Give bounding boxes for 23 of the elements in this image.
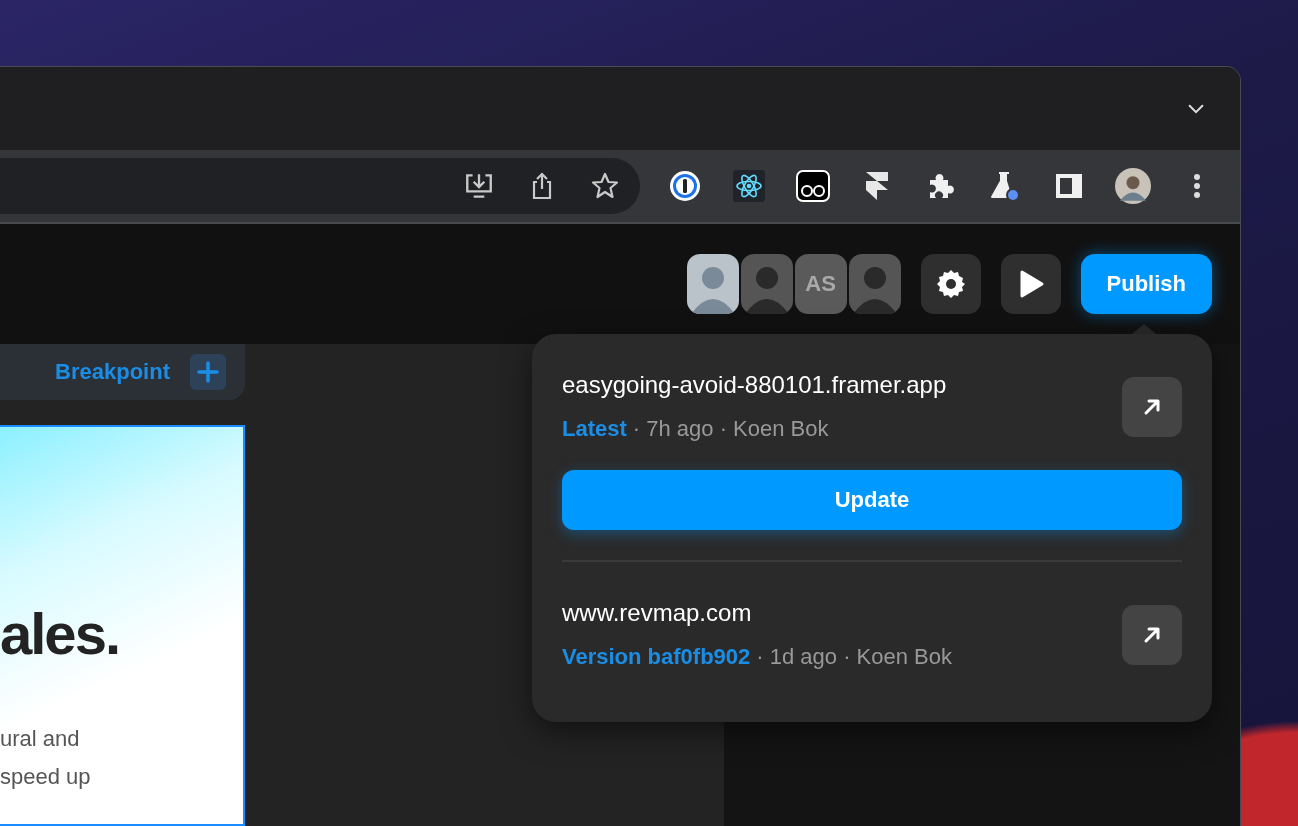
atom-icon[interactable]	[731, 168, 767, 204]
avatar[interactable]	[686, 254, 739, 314]
profile-avatar[interactable]	[1115, 168, 1151, 204]
glasses-icon[interactable]	[795, 168, 831, 204]
password-manager-icon[interactable]	[667, 168, 703, 204]
hero-heading: ales.	[0, 602, 120, 666]
open-site-button[interactable]	[1122, 377, 1182, 437]
version-link[interactable]: Version baf0fb902	[562, 642, 751, 672]
settings-button[interactable]	[920, 254, 981, 314]
site-domain: www.revmap.com	[562, 598, 753, 628]
plus-icon	[197, 361, 219, 383]
version-link[interactable]: Latest	[562, 414, 627, 444]
update-button[interactable]: Update	[562, 470, 1182, 530]
site-domain: easygoing-avoid-880101.framer.app	[562, 370, 947, 400]
hero-text: ural and speed up	[0, 725, 92, 791]
avatar[interactable]: AS	[794, 254, 847, 314]
version-details: · 1d ago · Koen Bok	[756, 643, 952, 671]
publish-button[interactable]: Publish	[1080, 254, 1212, 314]
add-breakpoint-button[interactable]	[190, 354, 226, 390]
preview-play-button[interactable]	[1000, 254, 1061, 314]
version-details: · 7h ago · Koen Bok	[632, 415, 829, 443]
open-site-button[interactable]	[1122, 605, 1182, 665]
breakpoint-label: Breakpoint	[55, 359, 170, 385]
